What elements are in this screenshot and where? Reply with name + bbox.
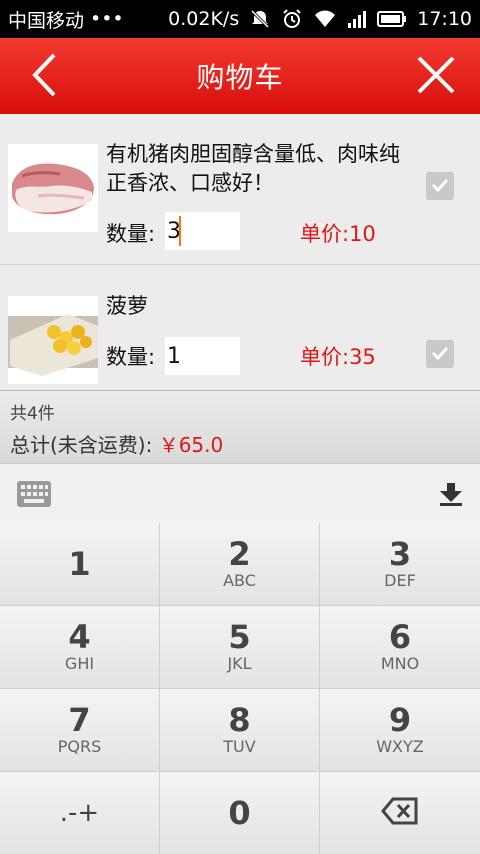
quantity-input[interactable]: [165, 212, 240, 250]
key-digit: 9: [388, 701, 412, 739]
key-letters: JKL: [227, 654, 252, 673]
notification-dots: •••: [90, 8, 124, 30]
keyboard-toolbar: [0, 463, 480, 523]
key-6[interactable]: 6 MNO: [320, 606, 480, 688]
item-name: 有机猪肉胆固醇含量低、肉味纯正香浓、口感好！: [106, 142, 400, 195]
no-notification-icon: [249, 8, 271, 30]
key-3[interactable]: 3 DEF: [320, 523, 480, 605]
key-4[interactable]: 4 GHI: [0, 606, 159, 688]
carrier-name: 中国移动: [8, 9, 85, 32]
key-letters: ABC: [223, 571, 256, 590]
signal-icon: [347, 9, 367, 29]
item-checkbox[interactable]: [426, 340, 454, 368]
key-letters: DEF: [384, 571, 416, 590]
page-title: 购物车: [196, 61, 284, 94]
key-5[interactable]: 5 JKL: [160, 606, 319, 688]
pork-thumbnail: [8, 144, 98, 232]
key-9[interactable]: 9 WXYZ: [320, 689, 480, 771]
key-letters: TUV: [223, 737, 256, 756]
quantity-input[interactable]: [165, 337, 240, 375]
key-digit: 4: [68, 618, 91, 656]
key-symbols[interactable]: .-+: [0, 772, 159, 854]
item-count: 共4件: [10, 404, 55, 424]
cart-item: 有机猪肉胆固醇含量低、肉味纯正香浓、口感好！ 数量: 单价:10: [0, 114, 480, 265]
battery-icon: [377, 10, 407, 28]
check-icon: [431, 345, 449, 364]
network-speed: 0.02K/s: [168, 8, 240, 30]
key-digit: 1: [68, 545, 91, 583]
item-checkbox[interactable]: [426, 172, 454, 200]
total-value: ￥65.0: [158, 433, 224, 457]
keyboard-switch-icon[interactable]: [16, 480, 52, 512]
numeric-keypad: 1 2 ABC 3 DEF 4 GHI 5 JKL 6 MNO 7 PQRS 8…: [0, 523, 480, 854]
unit-price: 单价:10: [300, 222, 376, 246]
key-digit: 0: [228, 794, 251, 832]
key-digit: .-+: [59, 798, 100, 828]
key-0[interactable]: 0: [160, 772, 319, 854]
cart-list: 有机猪肉胆固醇含量低、肉味纯正香浓、口感好！ 数量: 单价:10: [0, 114, 480, 390]
key-backspace[interactable]: [320, 772, 480, 854]
cart-summary: 共4件 总计(未含运费): ￥65.0: [0, 390, 480, 463]
key-letters: WXYZ: [376, 737, 424, 756]
key-letters: PQRS: [57, 737, 102, 756]
key-digit: 5: [228, 618, 251, 656]
key-8[interactable]: 8 TUV: [160, 689, 319, 771]
text-cursor: [179, 216, 181, 246]
total-label: 总计(未含运费):: [10, 433, 153, 457]
clock: 17:10: [417, 8, 472, 30]
key-digit: 3: [388, 535, 412, 573]
hide-keyboard-icon[interactable]: [438, 482, 464, 510]
key-digit: 7: [68, 701, 91, 739]
item-name: 菠萝: [106, 294, 148, 318]
quantity-label: 数量:: [106, 222, 156, 246]
back-button[interactable]: [22, 52, 66, 102]
close-icon: [416, 55, 456, 99]
back-chevron-icon: [29, 52, 59, 102]
key-letters: MNO: [380, 654, 420, 673]
cart-item: 菠萝 数量: 单价:35: [0, 266, 480, 390]
key-digit: 8: [228, 701, 251, 739]
key-digit: 2: [228, 535, 251, 573]
alarm-icon: [281, 8, 303, 30]
pineapple-thumbnail: [8, 296, 98, 384]
close-button[interactable]: [414, 52, 458, 102]
key-7[interactable]: 7 PQRS: [0, 689, 159, 771]
key-digit: 6: [388, 618, 412, 656]
quantity-label: 数量:: [106, 345, 156, 369]
key-letters: GHI: [64, 654, 95, 673]
total-row: 总计(未含运费): ￥65.0: [10, 429, 223, 458]
wifi-icon: [313, 9, 337, 29]
unit-price: 单价:35: [300, 345, 376, 369]
key-1[interactable]: 1: [0, 523, 159, 605]
status-bar: 中国移动 ••• 0.02K/s 17:10: [0, 0, 480, 38]
backspace-icon: [381, 797, 419, 829]
check-icon: [431, 177, 449, 196]
header-bar: 购物车: [0, 38, 480, 114]
key-2[interactable]: 2 ABC: [160, 523, 319, 605]
